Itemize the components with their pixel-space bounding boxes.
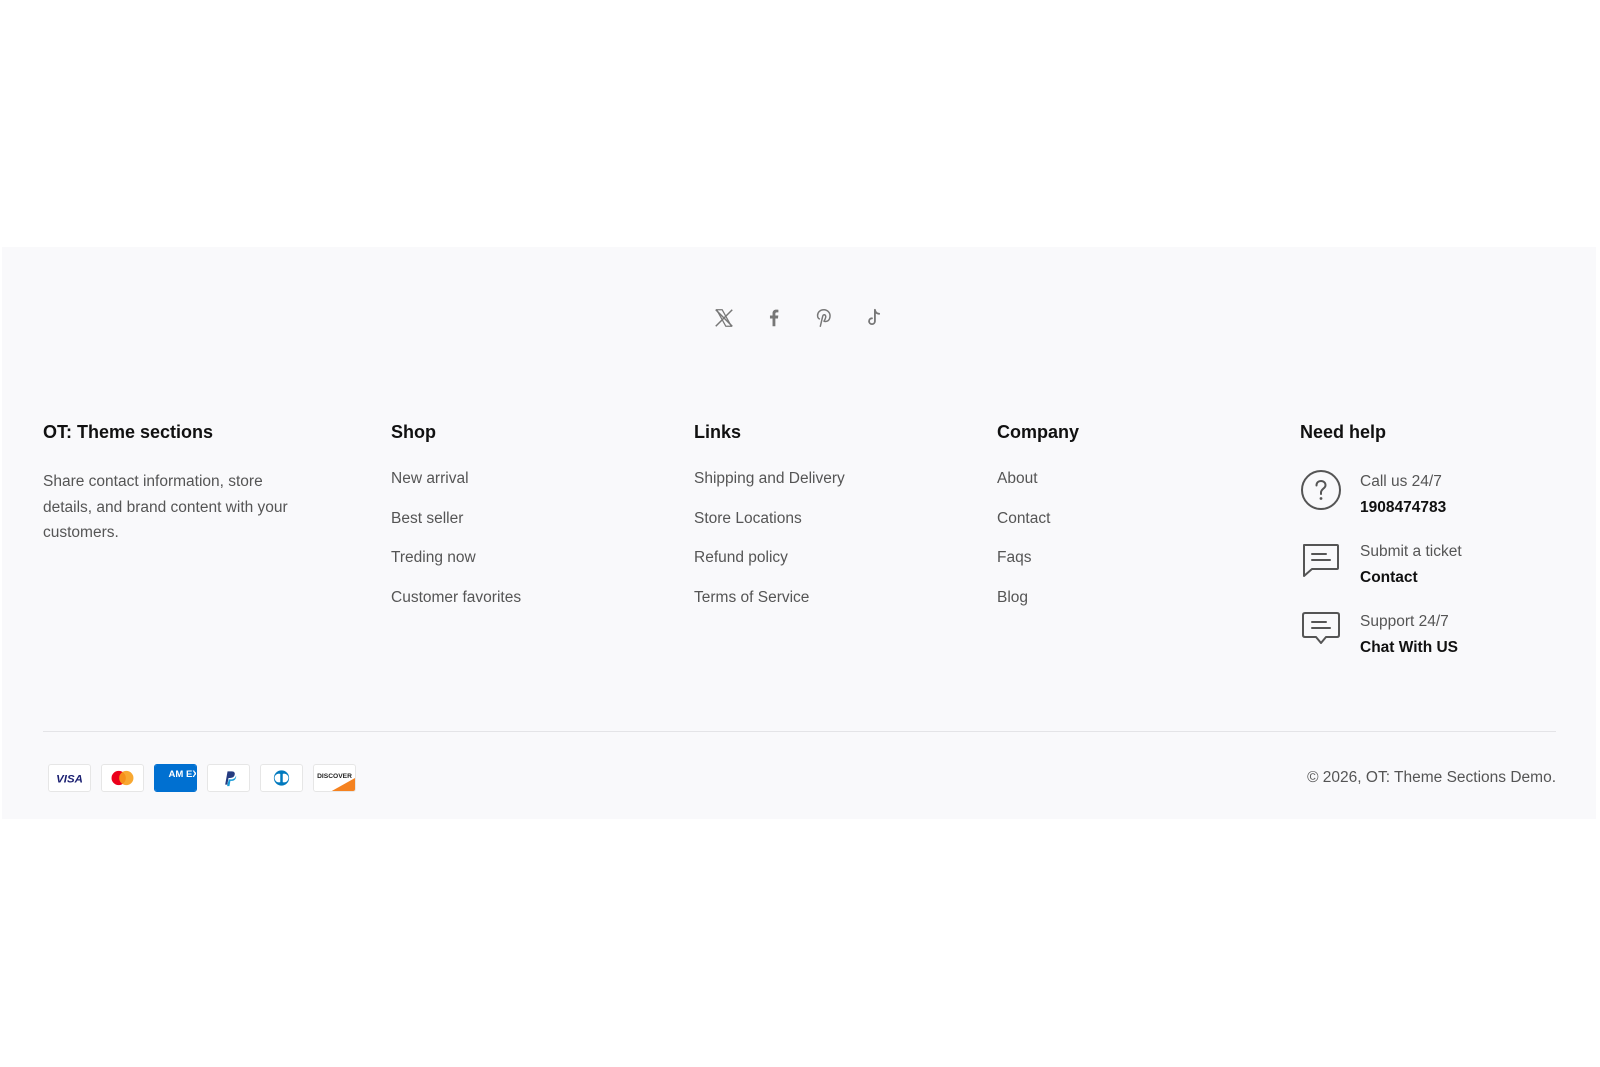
help-column: Need help Call us 24/7 1908474783 Submit… [1300, 421, 1462, 679]
payment-methods: VISA AM EX DISCOVER [48, 764, 356, 792]
company-heading: Company [997, 422, 1080, 442]
brand-title: OT: Theme sections [43, 422, 214, 442]
svg-text:AM EX: AM EX [169, 769, 196, 780]
company-link-about[interactable]: About [997, 469, 1079, 489]
links-heading: Links [694, 422, 742, 442]
site-footer: OT: Theme sections Share contact informa… [2, 247, 1596, 819]
help-item-call: Call us 24/7 1908474783 [1300, 469, 1462, 539]
help-heading: Need help [1300, 422, 1387, 442]
help-item-chat: Support 24/7 Chat With US [1300, 609, 1462, 679]
mastercard-icon [101, 764, 144, 792]
shop-heading: Shop [391, 422, 436, 442]
help-chat-link[interactable]: Chat With US [1360, 635, 1458, 661]
pinterest-icon[interactable] [813, 307, 835, 329]
links-column: Links Shipping and Delivery Store Locati… [694, 421, 845, 627]
help-ticket-contact[interactable]: Contact [1360, 565, 1462, 591]
chat-bubble-icon [1300, 609, 1342, 651]
facebook-icon[interactable] [763, 307, 785, 329]
shop-link-new-arrival[interactable]: New arrival [391, 469, 521, 489]
shop-link-customer-favorites[interactable]: Customer favorites [391, 588, 521, 608]
copyright-text: © 2026, OT: Theme Sections Demo. [1307, 769, 1556, 786]
paypal-icon [207, 764, 250, 792]
svg-text:DISCOVER: DISCOVER [317, 773, 352, 780]
brand-description: Share contact information, store details… [43, 473, 288, 542]
x-twitter-icon[interactable] [713, 307, 735, 329]
help-call-label: Call us 24/7 [1360, 473, 1442, 490]
company-link-faqs[interactable]: Faqs [997, 548, 1079, 568]
help-item-ticket: Submit a ticket Contact [1300, 539, 1462, 609]
help-ticket-label: Submit a ticket [1360, 543, 1462, 560]
link-terms-of-service[interactable]: Terms of Service [694, 588, 845, 608]
company-column: Company About Contact Faqs Blog [997, 421, 1079, 627]
tiktok-icon[interactable] [863, 307, 885, 329]
footer-columns: OT: Theme sections Share contact informa… [43, 421, 1556, 681]
link-store-locations[interactable]: Store Locations [694, 509, 845, 529]
american-express-icon: AM EX [154, 764, 197, 792]
message-square-icon [1300, 539, 1342, 581]
discover-icon: DISCOVER [313, 764, 356, 792]
help-chat-label: Support 24/7 [1360, 613, 1449, 630]
question-circle-icon [1300, 469, 1342, 511]
link-refund-policy[interactable]: Refund policy [694, 548, 845, 568]
shop-column: Shop New arrival Best seller Treding now… [391, 421, 521, 627]
company-link-contact[interactable]: Contact [997, 509, 1079, 529]
help-call-phone[interactable]: 1908474783 [1360, 495, 1446, 521]
link-shipping-delivery[interactable]: Shipping and Delivery [694, 469, 845, 489]
company-link-blog[interactable]: Blog [997, 588, 1079, 608]
brand-column: OT: Theme sections Share contact informa… [43, 421, 313, 546]
shop-link-trending-now[interactable]: Treding now [391, 548, 521, 568]
shop-link-best-seller[interactable]: Best seller [391, 509, 521, 529]
social-links [2, 307, 1596, 329]
visa-icon: VISA [48, 764, 91, 792]
footer-divider [43, 731, 1556, 732]
svg-text:VISA: VISA [56, 773, 83, 785]
diners-club-icon [260, 764, 303, 792]
